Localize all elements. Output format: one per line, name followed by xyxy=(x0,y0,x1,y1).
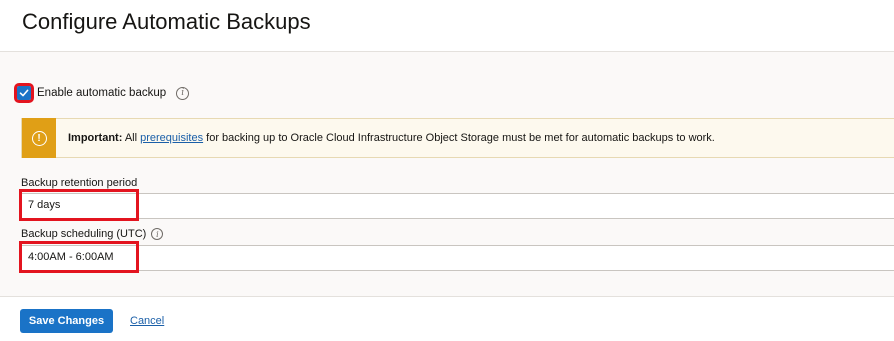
enable-backup-row[interactable]: Enable automatic backup i xyxy=(14,82,190,104)
retention-label: Backup retention period xyxy=(21,177,137,189)
notice-prefix: All xyxy=(122,132,141,144)
notice-strong: Important: xyxy=(68,132,123,144)
scheduling-label: Backup scheduling (UTC) i xyxy=(21,228,164,240)
notice-suffix: for backing up to Oracle Cloud Infrastru… xyxy=(203,132,715,144)
dialog-header: Configure Automatic Backups xyxy=(0,0,894,52)
important-notice: ! Important: All prerequisites for backi… xyxy=(21,118,894,158)
info-icon[interactable]: i xyxy=(176,86,190,100)
save-changes-button[interactable]: Save Changes xyxy=(20,309,113,333)
retention-label-text: Backup retention period xyxy=(21,177,138,189)
prerequisites-link[interactable]: prerequisites xyxy=(140,132,203,144)
scheduling-label-text: Backup scheduling (UTC) xyxy=(21,228,147,240)
retention-value[interactable]: 7 days xyxy=(19,189,139,221)
notice-icon-bar: ! xyxy=(22,118,56,158)
dialog-body: Enable automatic backup i ! Important: A… xyxy=(0,52,894,296)
retention-field[interactable]: 7 days xyxy=(19,189,894,221)
notice-text: Important: All prerequisites for backing… xyxy=(68,132,715,144)
dialog-footer: Save Changes Cancel xyxy=(0,296,894,341)
scheduling-field[interactable]: 4:00AM - 6:00AM xyxy=(19,241,894,273)
dialog-title: Configure Automatic Backups xyxy=(22,9,311,34)
enable-backup-label[interactable]: Enable automatic backup xyxy=(37,87,166,99)
scheduling-value[interactable]: 4:00AM - 6:00AM xyxy=(19,241,139,273)
enable-backup-checkbox[interactable] xyxy=(14,83,34,103)
checkmark-icon xyxy=(19,89,29,97)
warning-icon: ! xyxy=(31,130,47,146)
info-icon[interactable]: i xyxy=(151,228,164,240)
cancel-link[interactable]: Cancel xyxy=(130,315,164,327)
